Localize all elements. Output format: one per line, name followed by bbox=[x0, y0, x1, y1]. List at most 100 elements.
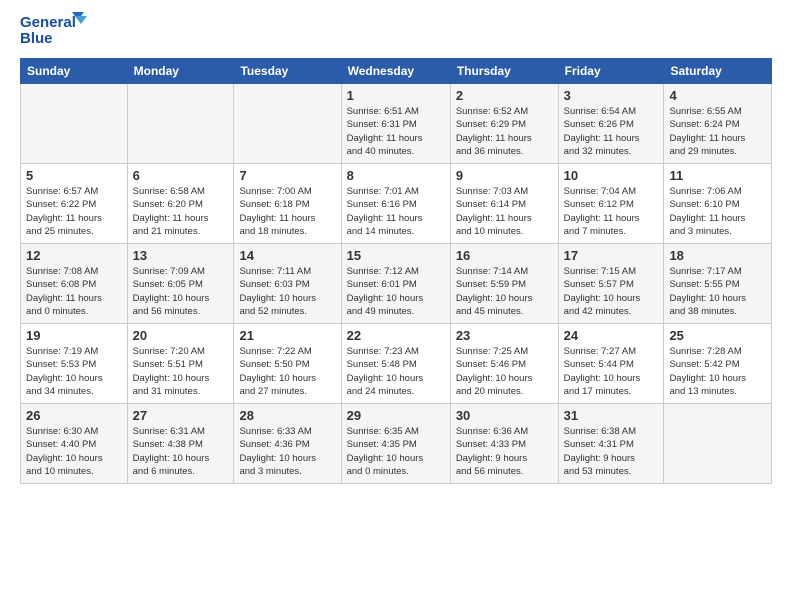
header: General Blue bbox=[20, 10, 772, 50]
day-number: 14 bbox=[239, 248, 335, 263]
calendar-cell: 23Sunrise: 7:25 AM Sunset: 5:46 PM Dayli… bbox=[450, 324, 558, 404]
day-number: 10 bbox=[564, 168, 659, 183]
calendar-cell: 29Sunrise: 6:35 AM Sunset: 4:35 PM Dayli… bbox=[341, 404, 450, 484]
day-info: Sunrise: 7:00 AM Sunset: 6:18 PM Dayligh… bbox=[239, 185, 335, 238]
calendar-cell: 10 Sunrise: 7:04 AM Sunset: 6:12 PM Dayli… bbox=[558, 164, 664, 244]
day-number: 23 bbox=[456, 328, 553, 343]
day-info: Sunrise: 6:33 AM Sunset: 4:36 PM Dayligh… bbox=[239, 425, 335, 478]
calendar-cell: 27 Sunrise: 6:31 AM Sunset: 4:38 PM Dayli… bbox=[127, 404, 234, 484]
day-info: Sunrise: 7:22 AM Sunset: 5:50 PM Dayligh… bbox=[239, 345, 335, 398]
weekday-header-friday: Friday bbox=[558, 59, 664, 84]
day-info: Sunrise: 6:36 AM Sunset: 4:33 PM Dayligh… bbox=[456, 425, 553, 478]
calendar-cell: 6Sunrise: 6:58 AM Sunset: 6:20 PM Daylig… bbox=[127, 164, 234, 244]
calendar-cell: 28 Sunrise: 6:33 AM Sunset: 4:36 PM Dayli… bbox=[234, 404, 341, 484]
day-number: 2 bbox=[456, 88, 553, 103]
calendar-cell: 24 Sunrise: 7:27 AM Sunset: 5:44 PM Dayli… bbox=[558, 324, 664, 404]
calendar-cell: 11 Sunrise: 7:06 AM Sunset: 6:10 PM Dayli… bbox=[664, 164, 772, 244]
weekday-header-tuesday: Tuesday bbox=[234, 59, 341, 84]
day-info: Sunrise: 6:35 AM Sunset: 4:35 PM Dayligh… bbox=[347, 425, 445, 478]
day-info: Sunrise: 7:03 AM Sunset: 6:14 PM Dayligh… bbox=[456, 185, 553, 238]
day-info: Sunrise: 7:12 AM Sunset: 6:01 PM Dayligh… bbox=[347, 265, 445, 318]
calendar-cell: 3Sunrise: 6:54 AM Sunset: 6:26 PM Daylig… bbox=[558, 84, 664, 164]
week-row-5: 26 Sunrise: 6:30 AM Sunset: 4:40 PM Dayli… bbox=[21, 404, 772, 484]
day-number: 25 bbox=[669, 328, 766, 343]
calendar-cell: 17 Sunrise: 7:15 AM Sunset: 5:57 PM Dayli… bbox=[558, 244, 664, 324]
day-number: 28 bbox=[239, 408, 335, 423]
logo-svg: General Blue bbox=[20, 10, 90, 50]
day-number: 11 bbox=[669, 168, 766, 183]
day-number: 1 bbox=[347, 88, 445, 103]
day-info: Sunrise: 6:51 AM Sunset: 6:31 PM Dayligh… bbox=[347, 105, 445, 158]
day-info: Sunrise: 6:52 AM Sunset: 6:29 PM Dayligh… bbox=[456, 105, 553, 158]
day-number: 5 bbox=[26, 168, 122, 183]
page-container: General Blue SundayMondayTuesdayWednesda… bbox=[0, 0, 792, 494]
calendar-cell: 26 Sunrise: 6:30 AM Sunset: 4:40 PM Dayli… bbox=[21, 404, 128, 484]
day-info: Sunrise: 6:38 AM Sunset: 4:31 PM Dayligh… bbox=[564, 425, 659, 478]
week-row-4: 19Sunrise: 7:19 AM Sunset: 5:53 PM Dayli… bbox=[21, 324, 772, 404]
day-info: Sunrise: 6:54 AM Sunset: 6:26 PM Dayligh… bbox=[564, 105, 659, 158]
calendar-cell: 13 Sunrise: 7:09 AM Sunset: 6:05 PM Dayli… bbox=[127, 244, 234, 324]
calendar-cell: 9Sunrise: 7:03 AM Sunset: 6:14 PM Daylig… bbox=[450, 164, 558, 244]
calendar-cell bbox=[127, 84, 234, 164]
calendar-cell: 7Sunrise: 7:00 AM Sunset: 6:18 PM Daylig… bbox=[234, 164, 341, 244]
day-number: 20 bbox=[133, 328, 229, 343]
weekday-header-sunday: Sunday bbox=[21, 59, 128, 84]
day-number: 24 bbox=[564, 328, 659, 343]
logo: General Blue bbox=[20, 10, 90, 50]
day-info: Sunrise: 7:27 AM Sunset: 5:44 PM Dayligh… bbox=[564, 345, 659, 398]
calendar-cell: 15 Sunrise: 7:12 AM Sunset: 6:01 PM Dayli… bbox=[341, 244, 450, 324]
weekday-header-row: SundayMondayTuesdayWednesdayThursdayFrid… bbox=[21, 59, 772, 84]
day-info: Sunrise: 7:09 AM Sunset: 6:05 PM Dayligh… bbox=[133, 265, 229, 318]
calendar-cell: 22Sunrise: 7:23 AM Sunset: 5:48 PM Dayli… bbox=[341, 324, 450, 404]
weekday-header-wednesday: Wednesday bbox=[341, 59, 450, 84]
calendar-table: SundayMondayTuesdayWednesdayThursdayFrid… bbox=[20, 58, 772, 484]
day-info: Sunrise: 7:08 AM Sunset: 6:08 PM Dayligh… bbox=[26, 265, 122, 318]
day-info: Sunrise: 6:30 AM Sunset: 4:40 PM Dayligh… bbox=[26, 425, 122, 478]
day-info: Sunrise: 7:14 AM Sunset: 5:59 PM Dayligh… bbox=[456, 265, 553, 318]
day-number: 26 bbox=[26, 408, 122, 423]
weekday-header-monday: Monday bbox=[127, 59, 234, 84]
day-number: 18 bbox=[669, 248, 766, 263]
calendar-cell: 14 Sunrise: 7:11 AM Sunset: 6:03 PM Dayli… bbox=[234, 244, 341, 324]
calendar-cell: 20Sunrise: 7:20 AM Sunset: 5:51 PM Dayli… bbox=[127, 324, 234, 404]
day-number: 6 bbox=[133, 168, 229, 183]
day-info: Sunrise: 7:06 AM Sunset: 6:10 PM Dayligh… bbox=[669, 185, 766, 238]
calendar-cell: 19Sunrise: 7:19 AM Sunset: 5:53 PM Dayli… bbox=[21, 324, 128, 404]
day-info: Sunrise: 7:19 AM Sunset: 5:53 PM Dayligh… bbox=[26, 345, 122, 398]
calendar-cell: 8 Sunrise: 7:01 AM Sunset: 6:16 PM Daylig… bbox=[341, 164, 450, 244]
weekday-header-saturday: Saturday bbox=[664, 59, 772, 84]
day-info: Sunrise: 7:04 AM Sunset: 6:12 PM Dayligh… bbox=[564, 185, 659, 238]
week-row-3: 12Sunrise: 7:08 AM Sunset: 6:08 PM Dayli… bbox=[21, 244, 772, 324]
day-number: 8 bbox=[347, 168, 445, 183]
calendar-cell: 30Sunrise: 6:36 AM Sunset: 4:33 PM Dayli… bbox=[450, 404, 558, 484]
calendar-cell: 31Sunrise: 6:38 AM Sunset: 4:31 PM Dayli… bbox=[558, 404, 664, 484]
day-number: 15 bbox=[347, 248, 445, 263]
day-info: Sunrise: 7:23 AM Sunset: 5:48 PM Dayligh… bbox=[347, 345, 445, 398]
calendar-cell: 4 Sunrise: 6:55 AM Sunset: 6:24 PM Daylig… bbox=[664, 84, 772, 164]
calendar-cell: 16 Sunrise: 7:14 AM Sunset: 5:59 PM Dayli… bbox=[450, 244, 558, 324]
day-number: 4 bbox=[669, 88, 766, 103]
svg-text:Blue: Blue bbox=[20, 30, 53, 47]
svg-text:General: General bbox=[20, 14, 76, 31]
day-number: 16 bbox=[456, 248, 553, 263]
day-number: 13 bbox=[133, 248, 229, 263]
day-info: Sunrise: 6:31 AM Sunset: 4:38 PM Dayligh… bbox=[133, 425, 229, 478]
day-info: Sunrise: 7:11 AM Sunset: 6:03 PM Dayligh… bbox=[239, 265, 335, 318]
day-info: Sunrise: 6:57 AM Sunset: 6:22 PM Dayligh… bbox=[26, 185, 122, 238]
week-row-2: 5 Sunrise: 6:57 AM Sunset: 6:22 PM Daylig… bbox=[21, 164, 772, 244]
weekday-header-thursday: Thursday bbox=[450, 59, 558, 84]
calendar-cell: 1 Sunrise: 6:51 AM Sunset: 6:31 PM Daylig… bbox=[341, 84, 450, 164]
day-info: Sunrise: 6:55 AM Sunset: 6:24 PM Dayligh… bbox=[669, 105, 766, 158]
calendar-cell bbox=[21, 84, 128, 164]
calendar-cell: 25 Sunrise: 7:28 AM Sunset: 5:42 PM Dayli… bbox=[664, 324, 772, 404]
day-info: Sunrise: 7:15 AM Sunset: 5:57 PM Dayligh… bbox=[564, 265, 659, 318]
calendar-cell: 2 Sunrise: 6:52 AM Sunset: 6:29 PM Daylig… bbox=[450, 84, 558, 164]
day-number: 17 bbox=[564, 248, 659, 263]
day-info: Sunrise: 7:28 AM Sunset: 5:42 PM Dayligh… bbox=[669, 345, 766, 398]
day-number: 27 bbox=[133, 408, 229, 423]
calendar-cell: 18Sunrise: 7:17 AM Sunset: 5:55 PM Dayli… bbox=[664, 244, 772, 324]
day-info: Sunrise: 7:01 AM Sunset: 6:16 PM Dayligh… bbox=[347, 185, 445, 238]
calendar-cell bbox=[234, 84, 341, 164]
calendar-cell: 5 Sunrise: 6:57 AM Sunset: 6:22 PM Daylig… bbox=[21, 164, 128, 244]
day-number: 21 bbox=[239, 328, 335, 343]
